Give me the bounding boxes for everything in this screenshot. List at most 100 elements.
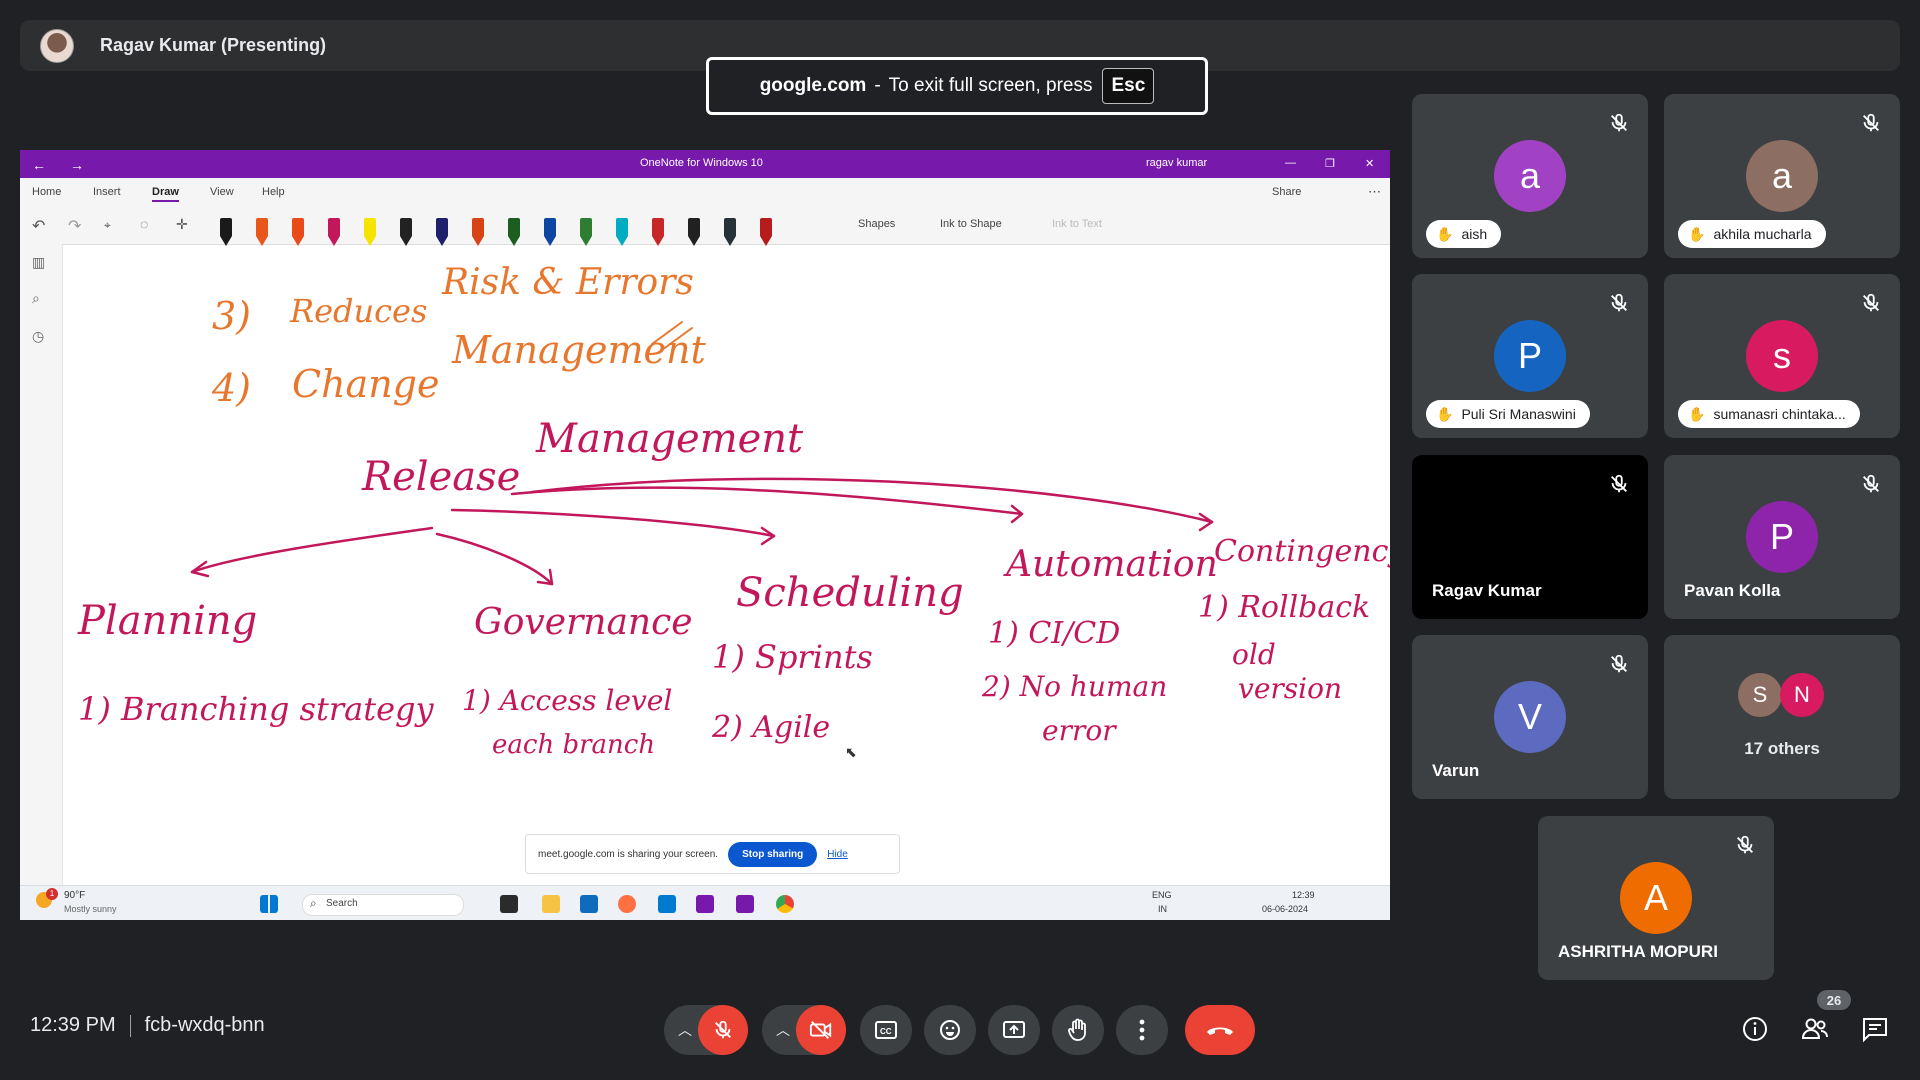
camera-off-icon[interactable]: [796, 1005, 846, 1055]
pen-11[interactable]: [580, 218, 592, 246]
hand-icon: [1068, 1018, 1086, 1041]
participant-tile[interactable]: a ✋ akhila mucharla: [1664, 94, 1900, 258]
forward-arrow-icon[interactable]: →: [70, 157, 84, 173]
pen-9[interactable]: [508, 218, 520, 246]
ink-text-layer: 3) Reduces Risk & Errors 4) Change Manag…: [62, 244, 1390, 885]
mic-off-icon[interactable]: [698, 1005, 748, 1055]
mic-muted-icon: [1611, 654, 1627, 673]
ink-to-text-button[interactable]: Ink to Text: [1052, 218, 1102, 230]
tab-home[interactable]: Home: [32, 186, 61, 198]
participant-name: ASHRITHA MOPURI: [1558, 942, 1718, 961]
tab-insert[interactable]: Insert: [93, 186, 121, 198]
reactions-button[interactable]: [924, 1005, 976, 1055]
participant-name-chip: ✋ aish: [1426, 220, 1502, 248]
pen-15[interactable]: [724, 218, 736, 246]
file-explorer-icon[interactable]: [542, 895, 560, 913]
ink-management-top: Management: [452, 328, 706, 372]
weather-desc: Mostly sunny: [64, 904, 117, 914]
mic-control: ︿: [664, 1005, 748, 1055]
user-name: ragav kumar: [1146, 157, 1208, 169]
redo-icon[interactable]: ↷: [68, 216, 81, 236]
participant-tile[interactable]: A ASHRITHA MOPURI: [1538, 816, 1774, 980]
participant-avatar: P: [1494, 320, 1566, 392]
camera-options-chevron-icon[interactable]: ︿: [776, 1020, 790, 1040]
onenote-icon[interactable]: [696, 895, 714, 913]
pen-3[interactable]: [292, 218, 304, 246]
ink-planning: Planning: [78, 598, 258, 644]
start-icon[interactable]: [260, 895, 278, 913]
maximize-icon[interactable]: ❐: [1325, 157, 1335, 170]
captions-button[interactable]: CC: [860, 1005, 912, 1055]
undo-icon[interactable]: ↶: [32, 216, 45, 236]
participant-tile[interactable]: Ragav Kumar: [1412, 455, 1648, 619]
participant-tile[interactable]: P Pavan Kolla: [1664, 455, 1900, 619]
others-tile[interactable]: S N 17 others: [1664, 635, 1900, 799]
pen-5[interactable]: [364, 218, 376, 246]
task-view-icon[interactable]: [500, 895, 518, 913]
ink-contingency: Contingency: [1214, 534, 1390, 569]
pen-16[interactable]: [760, 218, 772, 246]
emoji-icon: [940, 1020, 960, 1040]
weather-badge: 1: [46, 888, 58, 900]
pen-12[interactable]: [616, 218, 628, 246]
lasso-icon[interactable]: ⌖: [104, 218, 111, 233]
people-icon[interactable]: [1800, 1014, 1830, 1044]
pen-14[interactable]: [688, 218, 700, 246]
pen-4[interactable]: [328, 218, 340, 246]
pen-8[interactable]: [472, 218, 484, 246]
eraser-icon[interactable]: ◌: [140, 216, 148, 232]
screen-share-banner: meet.google.com is sharing your screen. …: [525, 834, 900, 874]
present-button[interactable]: [988, 1005, 1040, 1055]
pen-2[interactable]: [256, 218, 268, 246]
stop-sharing-button[interactable]: Stop sharing: [728, 841, 818, 867]
meeting-info-icon[interactable]: [1740, 1014, 1770, 1044]
presenter-name: Ragav Kumar (Presenting): [100, 35, 327, 55]
meeting-code: fcb-wxdq-bnn: [144, 1014, 265, 1036]
app-title: OneNote for Windows 10: [640, 157, 763, 169]
recent-icon[interactable]: ◷: [32, 328, 44, 345]
hide-link[interactable]: Hide: [827, 849, 848, 860]
pen-13[interactable]: [652, 218, 664, 246]
more-options-button[interactable]: [1116, 1005, 1168, 1055]
shapes-button[interactable]: Shapes: [858, 218, 895, 230]
pen-6[interactable]: [400, 218, 412, 246]
back-arrow-icon[interactable]: ←: [32, 157, 46, 173]
notebooks-icon[interactable]: ▥: [32, 254, 45, 271]
taskbar-time: 12:39: [1292, 890, 1315, 900]
pen-7[interactable]: [436, 218, 448, 246]
ink-to-shape-button[interactable]: Ink to Shape: [940, 218, 1002, 230]
share-button[interactable]: Share: [1272, 186, 1301, 198]
participant-name: sumanasri chintaka...: [1713, 406, 1846, 422]
participant-tile[interactable]: V Varun: [1412, 635, 1648, 799]
firefox-icon[interactable]: [618, 895, 636, 913]
mic-muted-icon: [1863, 293, 1879, 312]
chat-icon[interactable]: [1860, 1014, 1890, 1044]
raise-hand-button[interactable]: [1052, 1005, 1104, 1055]
more-icon[interactable]: ⋯: [1368, 184, 1381, 200]
hang-up-icon: [1207, 1027, 1233, 1035]
monitor-icon[interactable]: [580, 895, 598, 913]
chrome-icon[interactable]: [776, 895, 794, 913]
tab-help[interactable]: Help: [262, 186, 285, 198]
participant-tile[interactable]: s ✋ sumanasri chintaka...: [1664, 274, 1900, 438]
pen-1[interactable]: [220, 218, 232, 246]
participant-tile[interactable]: P ✋ Puli Sri Manaswini: [1412, 274, 1648, 438]
pen-10[interactable]: [544, 218, 556, 246]
onenote-active-icon[interactable]: [736, 895, 754, 913]
lang-label: ENG: [1152, 890, 1172, 900]
leave-call-button[interactable]: [1185, 1005, 1255, 1055]
more-vert-icon: [1139, 1019, 1145, 1041]
toast-domain: google.com: [759, 75, 867, 96]
tab-view[interactable]: View: [210, 186, 234, 198]
minimize-icon[interactable]: —: [1285, 157, 1296, 169]
participant-avatar: a: [1746, 140, 1818, 212]
vscode-icon[interactable]: [658, 895, 676, 913]
search-icon[interactable]: ⌕: [32, 290, 40, 307]
mic-options-chevron-icon[interactable]: ︿: [678, 1020, 692, 1040]
tab-draw[interactable]: Draw: [152, 186, 179, 202]
ink-number-3: 3): [212, 294, 252, 338]
add-space-icon[interactable]: ✛: [176, 216, 188, 233]
close-icon[interactable]: ✕: [1365, 157, 1374, 170]
participant-count-badge: 26: [1817, 990, 1851, 1010]
participant-tile[interactable]: a ✋ aish: [1412, 94, 1648, 258]
